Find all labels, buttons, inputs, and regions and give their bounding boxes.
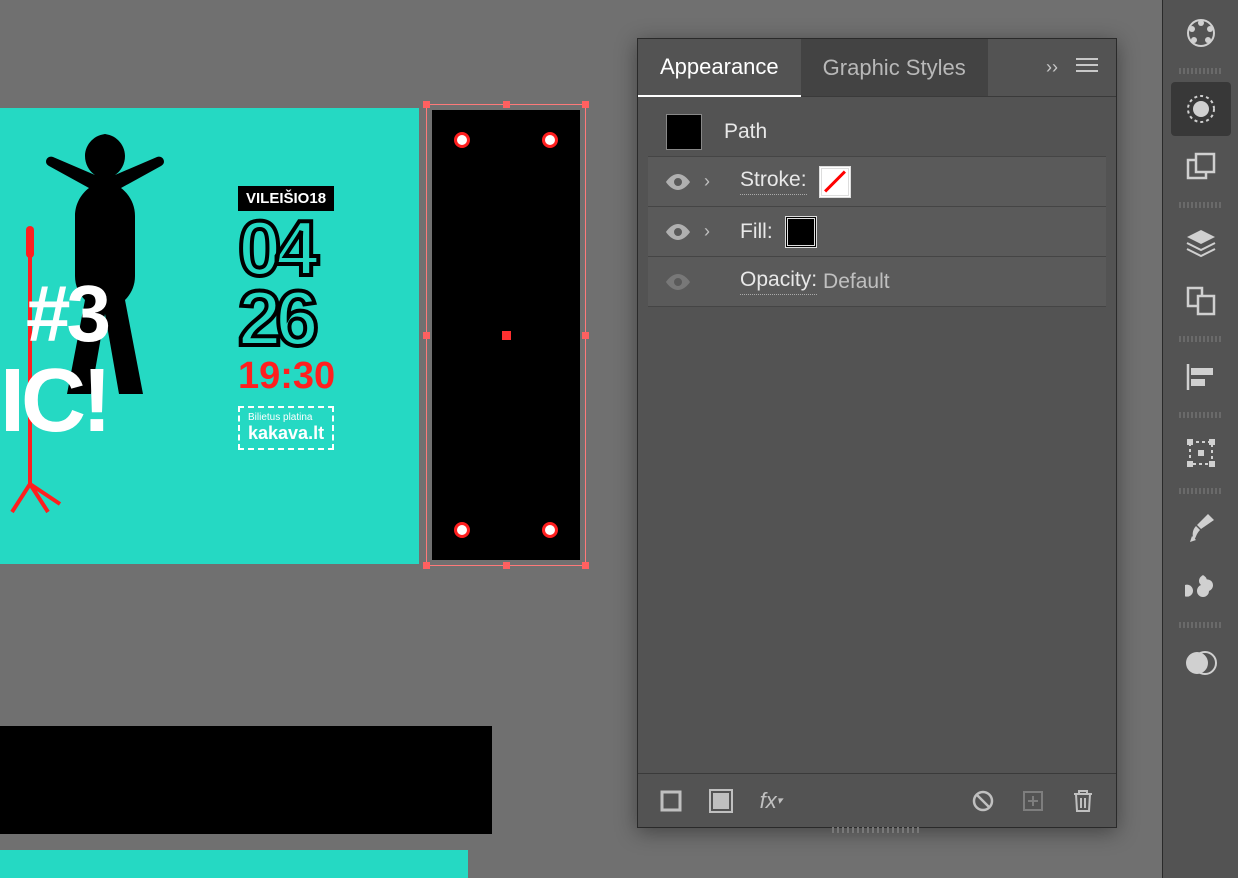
path-thumbnail xyxy=(666,114,702,150)
right-panel-dock xyxy=(1162,0,1238,878)
appearance-panel: Appearance Graphic Styles ›› Path › Stro… xyxy=(637,38,1117,828)
selected-path-object[interactable] xyxy=(426,104,586,566)
artboard-poster: #3 IC! VILEIŠIO18 04 26 19:30 Bilietus p… xyxy=(0,108,419,564)
poster-ic: IC! xyxy=(0,350,108,453)
dock-separator xyxy=(1179,622,1223,628)
dock-separator xyxy=(1179,336,1223,342)
stroke-label[interactable]: Stroke: xyxy=(740,168,807,195)
visibility-toggle-opacity xyxy=(666,274,692,290)
visibility-toggle-stroke[interactable] xyxy=(666,174,692,190)
opacity-label[interactable]: Opacity: xyxy=(740,268,817,295)
dock-separator xyxy=(1179,68,1223,74)
resize-handle-ml[interactable] xyxy=(423,332,430,339)
resize-handle-tl[interactable] xyxy=(423,101,430,108)
add-fill-button[interactable] xyxy=(708,788,734,814)
appearance-row-opacity[interactable]: Opacity: Default xyxy=(648,257,1106,307)
symbols-panel-icon[interactable] xyxy=(1171,560,1231,614)
poster-day: 26 xyxy=(238,287,335,351)
align-panel-icon[interactable] xyxy=(1171,350,1231,404)
appearance-row-stroke[interactable]: › Stroke: xyxy=(648,157,1106,207)
ticket-label: Bilietus platina xyxy=(248,412,324,423)
ticket-brand: kakava.lt xyxy=(248,423,324,443)
poster-ticket-box: Bilietus platina kakava.lt xyxy=(238,406,334,450)
resize-handle-mr[interactable] xyxy=(582,332,589,339)
transform-panel-icon[interactable] xyxy=(1171,426,1231,480)
panel-footer: fx▾ xyxy=(638,773,1116,827)
delete-item-button[interactable] xyxy=(1070,788,1096,814)
add-stroke-button[interactable] xyxy=(658,788,684,814)
duplicate-item-button[interactable] xyxy=(1020,788,1046,814)
visibility-toggle-fill[interactable] xyxy=(666,224,692,240)
dock-separator xyxy=(1179,202,1223,208)
panel-resize-grip[interactable] xyxy=(832,827,922,833)
appearance-panel-icon[interactable] xyxy=(1171,82,1231,136)
selection-bounding-box xyxy=(426,104,586,566)
add-effect-button[interactable]: fx▾ xyxy=(758,788,784,814)
fill-label: Fill: xyxy=(740,220,773,244)
panel-menu-icon[interactable] xyxy=(1076,57,1098,78)
poster-month: 04 xyxy=(238,217,335,281)
resize-handle-mt[interactable] xyxy=(503,101,510,108)
disclosure-fill[interactable]: › xyxy=(704,221,724,242)
panel-body: Path › Stroke: › Fill: Opacity: Default xyxy=(638,97,1116,307)
layers-panel-icon[interactable] xyxy=(1171,216,1231,270)
brushes-panel-icon[interactable] xyxy=(1171,502,1231,556)
transparency-panel-icon[interactable] xyxy=(1171,636,1231,690)
resize-handle-br[interactable] xyxy=(582,562,589,569)
appearance-row-fill[interactable]: › Fill: xyxy=(648,207,1106,257)
tab-appearance[interactable]: Appearance xyxy=(638,40,801,97)
artboard-strip-black xyxy=(0,726,492,834)
artboards-panel-icon[interactable] xyxy=(1171,274,1231,328)
collapse-panel-icon[interactable]: ›› xyxy=(1046,57,1058,78)
resize-handle-tr[interactable] xyxy=(582,101,589,108)
poster-hash: #3 xyxy=(26,268,107,360)
artboard-strip-teal xyxy=(0,850,468,878)
resize-handle-mb[interactable] xyxy=(503,562,510,569)
fill-color-swatch[interactable] xyxy=(785,216,817,248)
clear-appearance-button[interactable] xyxy=(970,788,996,814)
dock-separator xyxy=(1179,412,1223,418)
color-panel-icon[interactable] xyxy=(1171,6,1231,60)
object-type-label: Path xyxy=(724,120,767,144)
opacity-value[interactable]: Default xyxy=(823,270,890,294)
dock-separator xyxy=(1179,488,1223,494)
appearance-row-path[interactable]: Path xyxy=(648,107,1106,157)
stroke-color-swatch[interactable] xyxy=(819,166,851,198)
graphic-styles-panel-icon[interactable] xyxy=(1171,140,1231,194)
resize-handle-bl[interactable] xyxy=(423,562,430,569)
disclosure-stroke[interactable]: › xyxy=(704,171,724,192)
panel-tab-bar: Appearance Graphic Styles ›› xyxy=(638,39,1116,97)
poster-date-block: VILEIŠIO18 04 26 19:30 Bilietus platina … xyxy=(238,186,335,450)
tab-graphic-styles[interactable]: Graphic Styles xyxy=(801,39,988,96)
poster-time: 19:30 xyxy=(238,355,335,398)
